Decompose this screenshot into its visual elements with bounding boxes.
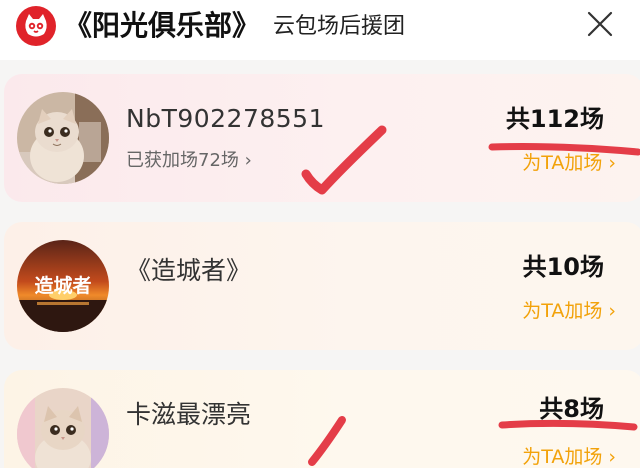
boost-button[interactable]: 为TA加场 › <box>522 444 616 468</box>
avatar-text: 造城者 <box>34 274 91 297</box>
supporter-card: 卡滋最漂亮 共8场 为TA加场 › <box>4 370 640 468</box>
chevron-right-icon: › <box>608 446 616 468</box>
chevron-right-icon: › <box>608 152 616 174</box>
cat-logo-icon <box>16 6 56 46</box>
session-count: 共112场 <box>505 105 604 133</box>
extra-sessions-label: 已获加场72场 <box>126 150 239 171</box>
boost-button[interactable]: 为TA加场 › <box>522 298 616 324</box>
page: 《阳光俱乐部》 云包场后援团 NbT902278551 已获加场72场 › 共1… <box>0 0 640 468</box>
supporter-name: 卡滋最漂亮 <box>126 400 252 429</box>
avatar[interactable]: 造城者 <box>17 240 109 332</box>
extra-sessions-link[interactable]: 已获加场72场 › <box>126 148 252 174</box>
session-count: 共8场 <box>539 395 604 423</box>
supporter-card: 造城者 《造城者》 共10场 为TA加场 › <box>4 222 640 350</box>
boost-label: 为TA加场 <box>522 152 603 174</box>
cat-avatar[interactable] <box>17 92 109 184</box>
supporter-name: NbT902278551 <box>126 104 325 133</box>
boost-label: 为TA加场 <box>522 300 603 322</box>
supporter-name: 《造城者》 <box>126 256 252 285</box>
close-icon[interactable] <box>584 8 616 40</box>
chevron-right-icon: › <box>608 300 616 322</box>
chevron-right-icon: › <box>244 150 252 171</box>
page-title: 《阳光俱乐部》 <box>64 9 261 42</box>
boost-label: 为TA加场 <box>522 446 603 468</box>
supporter-card: NbT902278551 已获加场72场 › 共112场 为TA加场 › <box>4 74 640 202</box>
cat-avatar[interactable] <box>17 388 109 468</box>
header: 《阳光俱乐部》 云包场后援团 <box>0 0 640 60</box>
boost-button[interactable]: 为TA加场 › <box>522 150 616 176</box>
session-count: 共10场 <box>522 253 604 281</box>
page-subtitle: 云包场后援团 <box>273 14 406 39</box>
